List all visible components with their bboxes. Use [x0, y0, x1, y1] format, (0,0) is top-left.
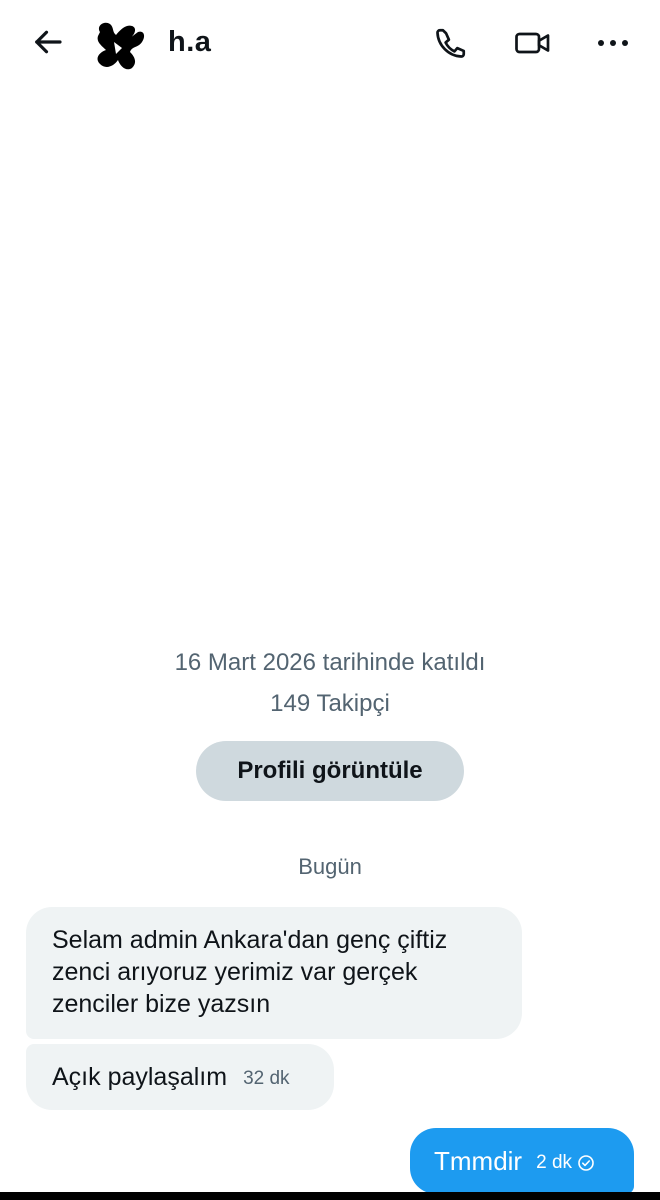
incoming-message[interactable]: Selam admin Ankara'dan genç çiftiz zenci… [26, 907, 522, 1039]
system-navigation-bar [0, 1192, 660, 1200]
profile-summary: 16 Mart 2026 tarihinde katıldı 149 Takip… [0, 646, 660, 721]
more-horizontal-icon [598, 40, 628, 46]
contact-name[interactable]: h.a [168, 26, 211, 59]
joined-date: 16 Mart 2026 tarihinde katıldı [174, 649, 486, 676]
back-button[interactable] [24, 20, 72, 64]
chat-header: h.a [0, 0, 660, 88]
incoming-message[interactable]: Açık paylaşalım 32 dk [26, 1044, 334, 1110]
message-text: Açık paylaşalım [52, 1063, 228, 1091]
video-camera-icon [515, 32, 550, 54]
view-profile-button[interactable]: Profili görüntüle [196, 741, 464, 801]
outgoing-message[interactable]: Tmmdir 2 dk [410, 1128, 634, 1194]
date-divider: Bugün [298, 854, 362, 879]
message-time: 32 dk [243, 1068, 290, 1089]
message-time: 2 dk [536, 1152, 573, 1173]
sent-check-circle-icon [577, 1150, 595, 1172]
more-options-button[interactable] [590, 20, 636, 66]
arrow-left-icon [35, 30, 62, 54]
avatar-image [97, 22, 145, 70]
call-button[interactable] [428, 20, 474, 66]
follower-count: 149 Takipçi [270, 690, 390, 717]
phone-icon [436, 28, 466, 58]
avatar[interactable] [92, 18, 148, 72]
message-text: Selam admin Ankara'dan genç çiftiz zenci… [52, 926, 448, 1018]
message-text: Tmmdir [434, 1145, 523, 1176]
video-call-button[interactable] [508, 20, 558, 66]
